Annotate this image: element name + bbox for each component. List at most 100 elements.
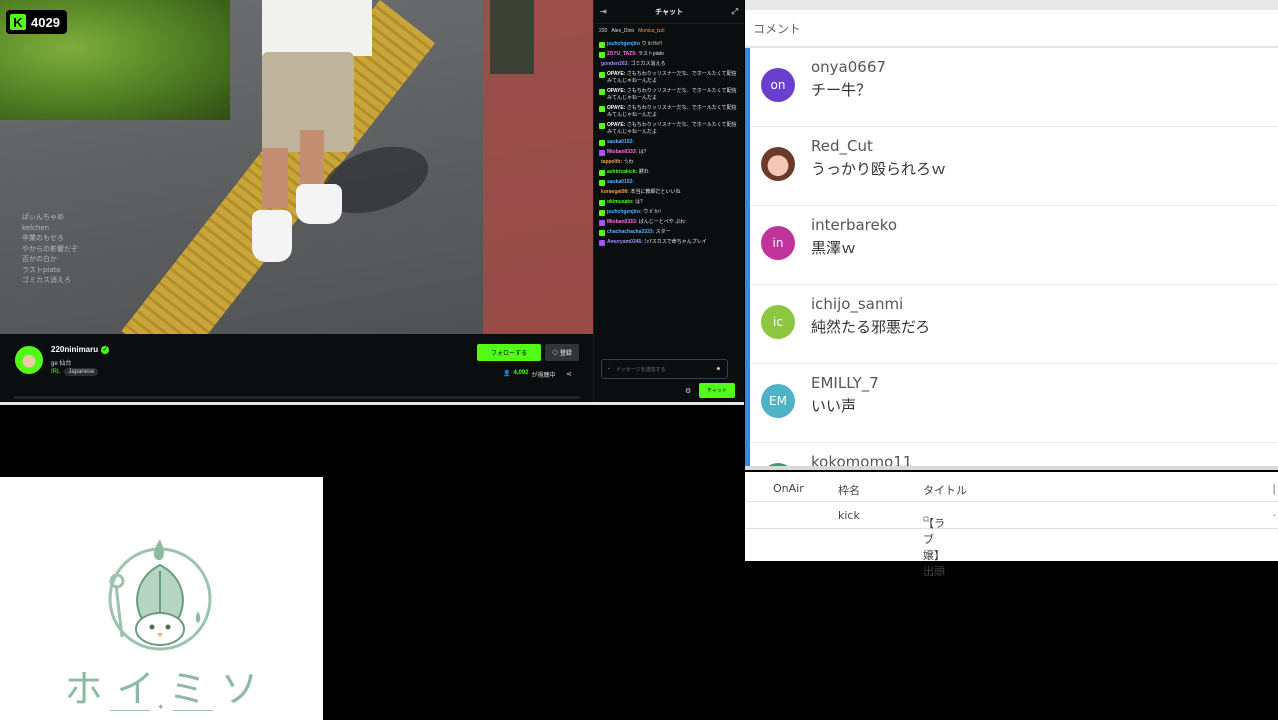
chat-username[interactable]: Mioban0333: <box>607 149 637 155</box>
chat-text: ゴミカス消えろ <box>630 61 666 67</box>
logo-divider <box>173 710 213 711</box>
overlay-chat-line: ぱぃんちゃめ <box>22 213 64 221</box>
chat-username[interactable]: gonden263: <box>601 61 629 67</box>
gifter-name[interactable]: Monica_tzzl <box>638 28 664 34</box>
comment-avatar: on <box>761 68 795 102</box>
chat-input-icon: ▪ <box>608 366 610 372</box>
chat-message-body: sauka0102: <box>607 179 739 186</box>
comment-text: うっかり殴られろｗ <box>811 160 947 178</box>
chat-username[interactable]: sauka0102: <box>607 139 634 145</box>
chat-username[interactable]: OPAYE: <box>607 88 625 94</box>
chat-message-body: OPAYE: さもちわりッリスナーだな、でホールたくて配信みてんじゃねーんだよ <box>607 71 739 85</box>
chat-message-list: jouhchgenjiro ウ ｶｯ!ｶｯ!! 2SYU_TAZ5: ラストpia… <box>594 41 744 246</box>
comment-username: onya0667 <box>811 58 886 76</box>
comment-list-scroll-edge[interactable] <box>745 466 1278 470</box>
category-link[interactable]: IRL <box>51 369 60 375</box>
comment-viewer: コメント on onya0667 チー牛？ Red_Cut うっかり殴られろｗ in int… <box>745 0 1278 470</box>
emoji-icon[interactable]: ☻ <box>716 366 721 372</box>
chat-message: OPAYE: さもちわりッリスナーだな、でホールたくて配信みてんじゃねーんだよ <box>599 122 739 136</box>
viewer-count-badge: K 4029 <box>6 10 67 34</box>
chat-message-body: OPAYE: さもちわりッリスナーだな、でホールたくて配信みてんじゃねーんだよ <box>607 105 739 119</box>
chat-username[interactable]: jouhchgenjiro: <box>607 209 642 215</box>
overlay-chat-line: ラストpiato <box>22 265 61 274</box>
chat-input[interactable]: ▪ メッセージを送信する ☻ <box>601 359 728 379</box>
overlay-chat-line: kelchen <box>22 223 50 232</box>
chat-message: OPAYE: さもちわりッリスナーだな、でホールたくて配信みてんじゃねーんだよ <box>599 71 739 85</box>
category-row: IRL Japanese <box>51 368 99 376</box>
language-tag[interactable]: Japanese <box>64 368 99 376</box>
gear-icon[interactable]: ⚙ <box>685 387 691 395</box>
row-edge-marker: · <box>1272 509 1277 522</box>
comment-item[interactable]: Red_Cut うっかり殴られろｗ <box>750 127 1278 206</box>
video-person-shirt <box>262 0 372 56</box>
chat-username[interactable]: chachachacha3333: <box>607 229 654 235</box>
chat-message: koraegat99: 本当に教師だといいね <box>599 189 739 196</box>
chat-username[interactable]: OPAYE: <box>607 105 625 111</box>
comment-avatar: in <box>761 226 795 260</box>
chat-username[interactable]: OPAYE: <box>607 71 625 77</box>
follow-button[interactable]: フォローする <box>477 344 541 361</box>
chat-message-body: Mioban0333: ぱんじーとペや ぷわ <box>607 219 739 226</box>
column-header-title[interactable]: タイトル <box>923 482 967 498</box>
chat-message: ashiricakick: 黙れ <box>599 169 739 176</box>
video-player[interactable]: ぱぃんちゃめ kelchen 卒業のもせろ やからの影響だぞ 否かの白か ラスト… <box>0 0 593 334</box>
chat-username[interactable]: Mioban0333: <box>607 219 637 225</box>
comment-text: 純然たる邪悪だろ <box>811 318 931 336</box>
column-header-frame[interactable]: 枠名 <box>838 482 860 498</box>
popout-icon[interactable]: ⤢ <box>732 7 738 17</box>
chat-badge-icon <box>599 239 605 246</box>
video-person-leg <box>262 148 288 208</box>
chat-username[interactable]: okimusato: <box>607 199 634 205</box>
comment-avatar: EM <box>761 384 795 418</box>
video-person-shoe <box>296 184 342 224</box>
comment-username: Red_Cut <box>811 137 873 155</box>
chat-send-button[interactable]: チャット <box>699 383 735 398</box>
chat-username[interactable]: 2SYU_TAZ5: <box>607 51 637 57</box>
column-header-onair[interactable]: OnAir <box>773 482 804 495</box>
chat-message-body: okimusato: は？ <box>607 199 739 206</box>
chat-text: さもちわりッリスナーだな、でホールたくて配信みてんじゃねーんだよ <box>607 88 737 101</box>
chat-message: tappelth: うわ <box>599 159 739 166</box>
chat-badge-icon <box>599 209 605 216</box>
comment-item[interactable]: on onya0667 チー牛？ <box>750 48 1278 127</box>
chat-text: さもちわりッリスナーだな、でホールたくて配信みてんじゃねーんだよ <box>607 71 737 84</box>
overlay-chat-line: 否かの白か <box>22 255 57 263</box>
table-header-row: OnAir 枠名 タイトル | <box>745 476 1278 502</box>
chat-username[interactable]: tappelth: <box>601 159 622 165</box>
viewer-icon: 👤 <box>503 371 511 377</box>
chat-username[interactable]: OPAYE: <box>607 122 625 128</box>
chat-badge-icon <box>599 139 605 146</box>
collapse-chat-icon[interactable]: ⇥ <box>600 7 607 16</box>
comment-avatar <box>761 147 795 181</box>
share-icon[interactable]: ⋖ <box>566 370 572 378</box>
chat-badge-icon <box>599 41 605 48</box>
chat-username[interactable]: Amoryam0345: <box>607 239 643 245</box>
chat-badge-icon <box>599 51 605 58</box>
chat-text: は？ <box>638 149 649 155</box>
chat-username[interactable]: ashiricakick: <box>607 169 637 175</box>
comment-item[interactable]: in interbareko 黒澤ｗ <box>750 206 1278 285</box>
chat-text: ラストpiato <box>638 51 664 57</box>
comment-username: ichijo_sanmi <box>811 295 904 313</box>
channel-info-bar: 220ninimaru ✓ ge 仙台 IRL Japanese フォローする … <box>0 334 593 402</box>
channel-avatar[interactable] <box>15 346 43 374</box>
table-row[interactable]: kick 【ラブ嬢】出頭 ⧉ · <box>745 503 1278 578</box>
comment-username: interbareko <box>811 216 898 234</box>
channel-name[interactable]: 220ninimaru <box>51 345 98 354</box>
chat-message-body: Mioban0333: は？ <box>607 149 739 156</box>
chat-username[interactable]: sauka0102: <box>607 179 634 185</box>
subscribe-button[interactable]: ◇ 登録 <box>545 344 579 361</box>
chat-message: gonden263: ゴミカス消えろ <box>599 61 739 68</box>
chat-text: 黙れ <box>638 169 649 175</box>
chat-text: は？ <box>635 199 646 205</box>
comment-item[interactable]: EM EMILLY_7 いい声 <box>750 364 1278 443</box>
chat-username[interactable]: jouhchgenjiro <box>607 41 640 47</box>
chat-message-body: tappelth: うわ <box>601 159 739 166</box>
copy-icon[interactable]: ⧉ <box>923 515 929 525</box>
logo-divider <box>110 710 150 711</box>
gifter-name[interactable]: Alex_Dino <box>611 28 634 34</box>
verified-check-icon: ✓ <box>101 345 110 354</box>
chat-username[interactable]: koraegat99: <box>601 189 629 195</box>
comment-item[interactable]: ic ichijo_sanmi 純然たる邪悪だろ <box>750 285 1278 364</box>
kick-logo-icon: K <box>10 14 26 30</box>
